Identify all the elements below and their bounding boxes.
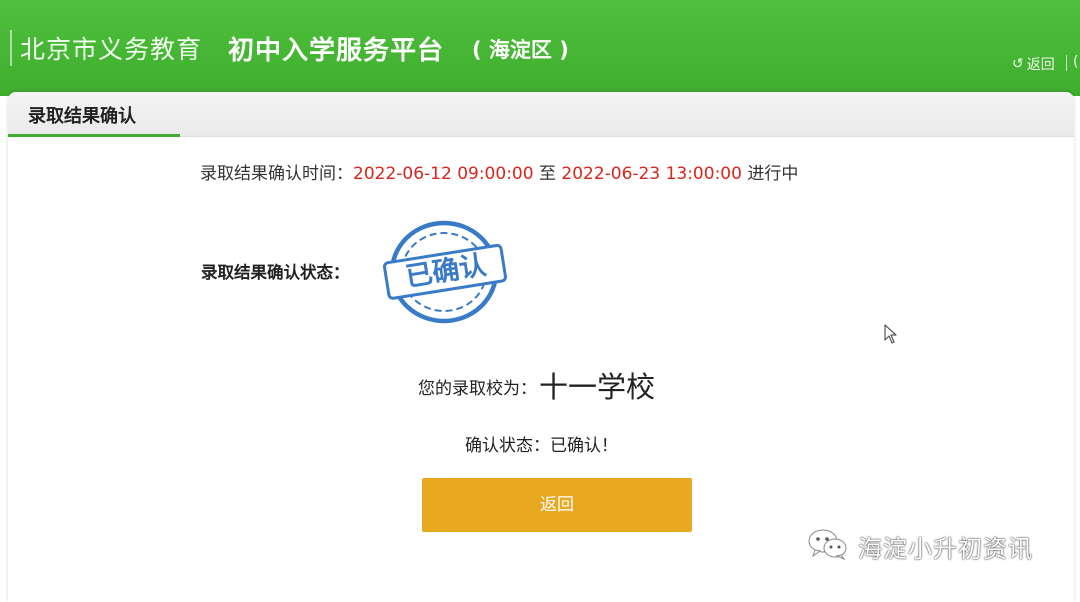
header-divider [10,30,12,66]
return-button[interactable]: 返回 [422,478,692,532]
header-separator [1066,55,1067,71]
header-back-label: 返回 [1026,57,1055,73]
watermark-text: 海淀小升初资讯 [858,534,1033,563]
confirm-time-start: 2022-06-12 09:00:00 [353,164,534,184]
panel-header: 录取结果确认 [8,92,1074,137]
return-arrow-icon: ↺ [1012,56,1024,72]
confirm-time-connector: 至 [533,164,562,184]
confirm-time-status: 进行中 [741,164,799,184]
tab-label: 录取结果确认 [28,106,136,127]
confirmed-stamp: 已确认 [382,214,512,330]
confirm-time-label: 录取结果确认时间： [200,164,353,184]
watermark: 海淀小升初资讯 [806,526,1033,566]
header-edge-fragment: ( [1073,54,1079,70]
mouse-cursor-icon [884,324,900,350]
top-header: 北京市义务教育 初中入学服务平台 ( 海淀区 ) ↺ 返回 ( [0,0,1080,96]
admitted-school-line: 您的录取校为：十一学校 [418,364,655,406]
platform-title: 初中入学服务平台 [228,36,445,66]
school-label: 您的录取校为： [418,379,537,399]
confirm-status-label: 录取结果确认状态： [201,263,350,282]
confirm-time-line: 录取结果确认时间：2022-06-12 09:00:00 至 2022-06-2… [200,159,798,184]
district-label: ( 海淀区 ) [472,38,569,62]
confirm-status-text: 确认状态：已确认！ [465,436,618,456]
tab-admission-confirm[interactable]: 录取结果确认 [8,92,180,137]
school-name: 十一学校 [539,370,656,404]
confirm-time-end: 2022-06-23 13:00:00 [561,164,742,184]
wechat-icon [806,526,850,566]
platform-region-title: 北京市义务教育 [20,35,203,64]
header-back-link[interactable]: ↺ 返回 [1012,54,1055,74]
